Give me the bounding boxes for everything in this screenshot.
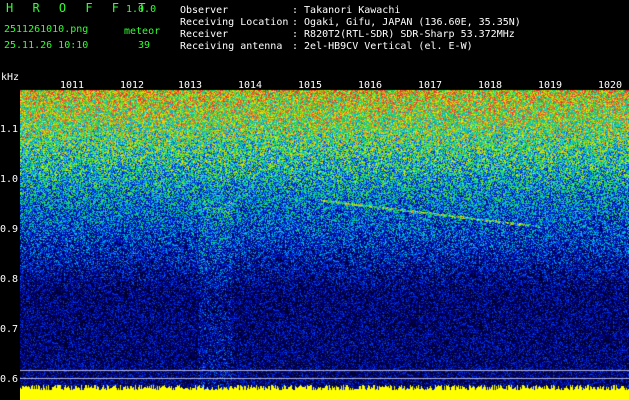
count-label: 39: [138, 40, 151, 51]
receiver-value: : R820T2(RTL-SDR) SDR-Sharp 53.372MHz: [292, 29, 515, 40]
observer-value: : Takanori Kawachi: [292, 5, 401, 16]
x-tick-1018: 1018: [478, 80, 503, 91]
x-tick-1013: 1013: [178, 80, 203, 91]
antenna-value: : 2el-HB9CV Vertical (el. E-W): [292, 41, 473, 52]
observer-label: Observer: [180, 5, 229, 16]
y-tick-0.7: 0.7: [0, 324, 19, 335]
y-tick-0.8: 0.8: [0, 274, 19, 285]
location-value: : Ogaki, Gifu, JAPAN (136.60E, 35.35N): [292, 17, 521, 28]
header-panel: H R O F F T 1.0.0 2511261010.png meteor …: [0, 0, 629, 80]
filename-label: 2511261010.png: [4, 24, 89, 35]
receiver-label: Receiver: [180, 29, 229, 40]
spectrogram-canvas: [20, 80, 629, 400]
y-tick-1.0: 1.0: [0, 174, 19, 185]
location-label: Receiving Location: [180, 17, 289, 28]
y-tick-1.1: 1.1: [0, 124, 19, 135]
x-tick-1016: 1016: [358, 80, 383, 91]
y-tick-0.6: 0.6: [0, 374, 19, 385]
y-axis: 1.1 1.0 0.9 0.8 0.7 0.6: [0, 80, 20, 400]
antenna-label: Receiving antenna: [180, 41, 283, 52]
spectrogram-panel: 1011 1012 1013 1014 1015 1016 1017 1018 …: [20, 80, 629, 400]
x-tick-1014: 1014: [238, 80, 263, 91]
category-label: meteor: [124, 26, 161, 37]
x-tick-1012: 1012: [120, 80, 145, 91]
x-tick-1019: 1019: [538, 80, 563, 91]
version-label: 1.0.0: [126, 4, 157, 15]
x-tick-1017: 1017: [418, 80, 443, 91]
x-tick-1020: 1020: [598, 80, 623, 91]
x-tick-1015: 1015: [298, 80, 323, 91]
datetime-label: 25.11.26 10:10: [4, 40, 89, 51]
y-tick-0.9: 0.9: [0, 224, 19, 235]
x-tick-1011: 1011: [60, 80, 85, 91]
